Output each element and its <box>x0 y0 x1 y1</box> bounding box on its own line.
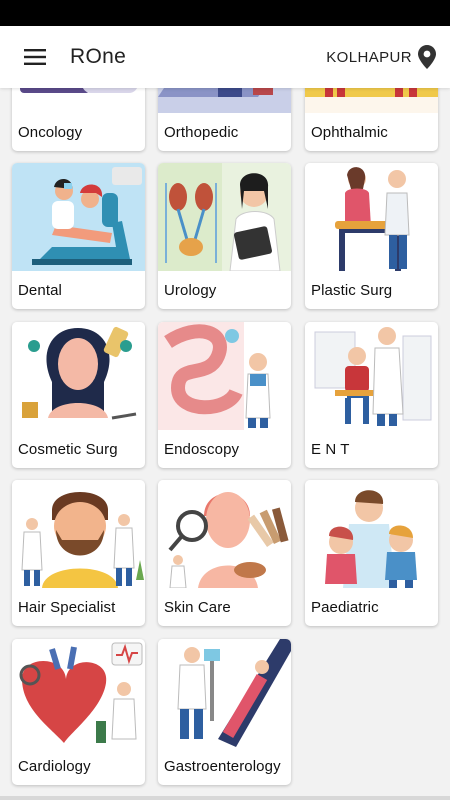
hair-specialist-illustration <box>12 480 145 588</box>
gastroenterology-illustration <box>158 639 291 747</box>
location-label: KOLHAPUR <box>326 48 412 66</box>
specialty-label: Paediatric <box>311 599 379 616</box>
hamburger-menu-icon <box>24 49 46 65</box>
app-title: ROne <box>70 45 127 68</box>
specialty-card-cardiology[interactable]: Cardiology <box>12 639 145 785</box>
specialty-label: Urology <box>164 282 217 299</box>
specialty-card-ent[interactable]: E N T <box>305 322 438 468</box>
specialty-label: Plastic Surg <box>311 282 393 299</box>
specialty-card-cosmetic-surgery[interactable]: Cosmetic Surg <box>12 322 145 468</box>
specialty-label: Oncology <box>18 124 83 141</box>
paediatric-illustration <box>305 480 438 588</box>
map-pin-icon <box>418 45 436 69</box>
ent-illustration <box>305 322 438 430</box>
specialty-card-skin-care[interactable]: Skin Care <box>158 480 291 626</box>
specialty-label: Hair Specialist <box>18 599 116 616</box>
specialty-card-gastroenterology[interactable]: Gastroenterology <box>158 639 291 785</box>
specialty-card-endoscopy[interactable]: Endoscopy <box>158 322 291 468</box>
specialty-label: E N T <box>311 441 350 458</box>
urology-illustration <box>158 163 291 271</box>
dental-illustration <box>12 163 145 271</box>
specialty-label: Endoscopy <box>164 441 240 458</box>
specialty-card-plastic-surgery[interactable]: Plastic Surg <box>305 163 438 309</box>
specialty-card-hair-specialist[interactable]: Hair Specialist <box>12 480 145 626</box>
orthopedic-illustration <box>158 88 291 113</box>
menu-button[interactable] <box>0 26 70 88</box>
cardiology-illustration <box>12 639 145 747</box>
specialty-grid[interactable]: Oncology Orthopedic Ophthalmic Dental Ur… <box>0 88 450 800</box>
endoscopy-illustration <box>158 322 291 430</box>
cosmetic-surgery-illustration <box>12 322 145 430</box>
status-bar <box>0 0 450 26</box>
specialty-card-ophthalmic[interactable]: Ophthalmic <box>305 88 438 151</box>
skin-care-illustration <box>158 480 291 588</box>
specialty-card-orthopedic[interactable]: Orthopedic <box>158 88 291 151</box>
location-selector[interactable]: KOLHAPUR <box>326 26 436 88</box>
app-bar: ROne KOLHAPUR <box>0 26 450 88</box>
specialty-label: Orthopedic <box>164 124 239 141</box>
oncology-illustration <box>12 88 145 113</box>
ophthalmic-illustration <box>305 88 438 113</box>
specialty-label: Gastroenterology <box>164 758 281 775</box>
plastic-surgery-illustration <box>305 163 438 271</box>
system-navigation-bar <box>0 796 450 800</box>
specialty-card-dental[interactable]: Dental <box>12 163 145 309</box>
specialty-label: Cosmetic Surg <box>18 441 118 458</box>
specialty-label: Ophthalmic <box>311 124 388 141</box>
specialty-label: Dental <box>18 282 62 299</box>
specialty-card-urology[interactable]: Urology <box>158 163 291 309</box>
specialty-label: Cardiology <box>18 758 91 775</box>
specialty-label: Skin Care <box>164 599 231 616</box>
specialty-card-paediatric[interactable]: Paediatric <box>305 480 438 626</box>
specialty-card-oncology[interactable]: Oncology <box>12 88 145 151</box>
